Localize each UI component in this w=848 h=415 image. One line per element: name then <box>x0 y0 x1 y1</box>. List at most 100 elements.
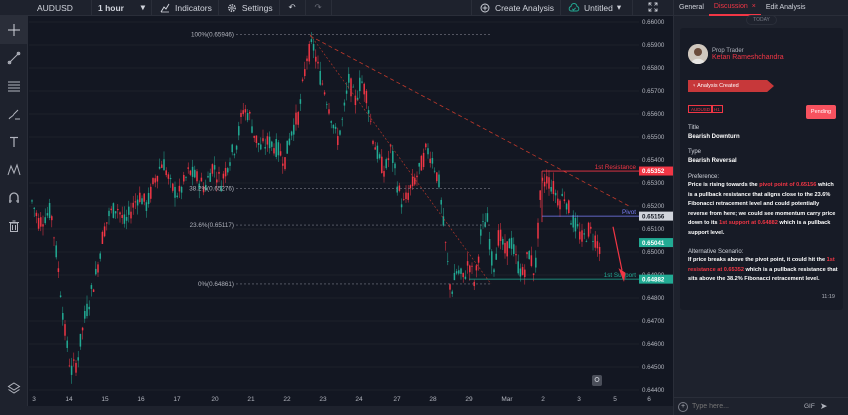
time-tick-label: 21 <box>247 396 255 403</box>
candle-body <box>246 112 249 121</box>
price-axis[interactable]: 0.66000 0.65900 0.65800 0.65700 0.65600 0.655… <box>639 17 673 392</box>
time-tick-label: 6 <box>647 396 651 403</box>
layout-selector[interactable]: Untitled ▾ <box>561 0 633 16</box>
candle-body <box>88 306 90 310</box>
symbol-selector[interactable]: AUDUSD <box>0 0 92 16</box>
message-input[interactable] <box>692 403 800 410</box>
settings-button[interactable]: Settings <box>219 0 280 16</box>
candle-body <box>211 164 214 174</box>
candle-body <box>532 273 535 276</box>
candle-body <box>268 136 271 149</box>
price-tick-label: 0.65600 <box>642 111 665 118</box>
candle-body <box>480 229 482 236</box>
candle-body <box>48 203 51 219</box>
status-label: Analysis Created <box>697 83 739 89</box>
attach-plus-icon[interactable]: + <box>678 401 688 412</box>
candle-body <box>394 163 396 169</box>
redo-button[interactable]: ↷ <box>306 0 332 16</box>
indicators-icon <box>158 1 172 15</box>
candle-body <box>328 109 330 114</box>
candle-body <box>216 179 218 183</box>
interval-selector[interactable]: 1 hour ▾ <box>92 0 152 16</box>
candle-body <box>301 79 304 81</box>
candle-body <box>396 186 398 193</box>
layout-label: Untitled <box>584 2 613 13</box>
candle-body <box>101 231 104 244</box>
candle-body <box>431 158 434 164</box>
candle-body <box>488 238 491 250</box>
today-label: TODAY <box>746 15 777 25</box>
gif-button[interactable]: GIF <box>804 403 815 410</box>
candle-body <box>561 193 563 196</box>
candle-body <box>99 253 101 259</box>
candle-body <box>130 211 132 219</box>
candle-body <box>462 272 464 278</box>
candle-body <box>114 211 117 214</box>
candle-body <box>367 110 370 114</box>
price-tick-label: 0.65500 <box>642 134 665 141</box>
brush-tool[interactable] <box>0 100 28 128</box>
candle-body <box>427 148 429 155</box>
candle-body <box>486 213 489 222</box>
candle-body <box>581 230 583 242</box>
candle-body <box>132 202 134 208</box>
candle-body <box>279 151 282 156</box>
chevron-down-icon: ▾ <box>140 2 145 12</box>
candle-body <box>420 155 423 171</box>
time-tick-label: 23 <box>319 396 327 403</box>
object-tree-button[interactable] <box>0 374 28 402</box>
candle-body <box>123 214 126 224</box>
candle-body <box>277 142 280 156</box>
candle-body <box>521 267 524 275</box>
candle-body <box>592 241 594 242</box>
candle-body <box>543 181 546 187</box>
candle-body <box>587 222 590 237</box>
crosshair-tool[interactable] <box>0 16 28 44</box>
candle-body <box>484 222 486 228</box>
text-tool[interactable] <box>0 128 28 156</box>
trend-line-tool[interactable] <box>0 44 28 72</box>
remove-drawings-button[interactable] <box>0 212 28 240</box>
settings-label: Settings <box>241 2 273 13</box>
price-tick-label: 0.64700 <box>642 318 665 325</box>
candle-body <box>37 218 40 229</box>
undo-button[interactable]: ↶ <box>280 0 306 16</box>
candle-body <box>530 255 533 266</box>
trend-line <box>309 35 630 207</box>
price-tick-label: 0.64600 <box>642 341 665 348</box>
time-axis[interactable]: 3 14 15 16 17 20 21 22 23 24 27 28 29 Mar 2 3 5 6 <box>29 392 673 406</box>
candle-body <box>264 146 266 149</box>
candle-body <box>361 81 363 83</box>
price-tick-label: 0.65900 <box>642 42 665 49</box>
candle-body <box>372 140 374 144</box>
candle-body <box>409 185 412 189</box>
candle-body <box>502 238 504 245</box>
time-tick-label: Mar <box>501 396 513 403</box>
fib-retracement-tool[interactable] <box>0 72 28 100</box>
create-analysis-button[interactable]: Create Analysis <box>470 0 561 16</box>
candle-body <box>169 177 172 180</box>
indicators-button[interactable]: Indicators <box>152 0 219 16</box>
drawing-toolbar <box>0 16 28 406</box>
candle-body <box>46 213 49 216</box>
candle-body <box>62 313 64 320</box>
fullscreen-button[interactable] <box>633 0 673 16</box>
candle-body <box>136 199 139 206</box>
candle-body <box>295 112 297 125</box>
alt-scenario-text: If price breaks above the pivot point, i… <box>688 256 838 285</box>
candle-body <box>495 253 497 260</box>
candle-body <box>178 185 181 192</box>
candle-body <box>231 144 233 153</box>
candle-body <box>86 303 88 317</box>
magnet-tool[interactable] <box>0 184 28 212</box>
price-tick-label: 0.65000 <box>642 249 665 256</box>
lightbulb-icon: ♀ <box>692 83 697 89</box>
candle-body <box>75 362 77 373</box>
support-highlight: 1st support at 0.64882 <box>719 220 778 226</box>
send-icon[interactable]: ➤ <box>820 401 828 412</box>
price-chart[interactable]: 100%(0.65946) 38.2%(0.65276) 23.6%(0.65117… <box>29 17 639 392</box>
candle-body <box>493 269 495 273</box>
candle-body <box>255 135 258 143</box>
pattern-tool[interactable] <box>0 156 28 184</box>
candle-body <box>207 176 209 178</box>
